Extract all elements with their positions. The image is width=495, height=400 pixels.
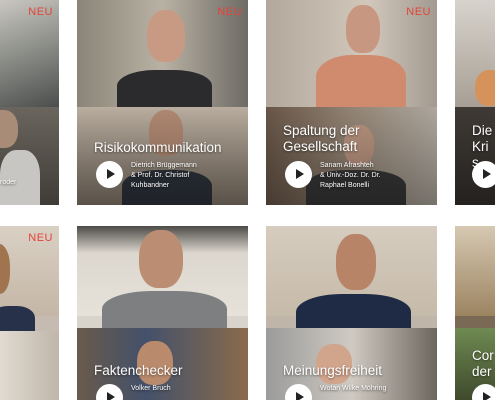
video-card[interactable]: Meinungsfreiheit Wotan Wilke Möhring bbox=[266, 226, 437, 400]
card-authors: Dietrich Brüggemann & Prof. Dr. Christof… bbox=[131, 161, 226, 191]
person-figure bbox=[316, 55, 406, 110]
author-name: Kuhbandner bbox=[131, 182, 170, 189]
video-thumbnail-bottom bbox=[0, 331, 59, 400]
person-figure bbox=[117, 70, 212, 110]
person-figure bbox=[139, 230, 183, 288]
author-name: Raphael Bonelli bbox=[320, 182, 370, 189]
person-figure bbox=[346, 5, 380, 53]
person-figure bbox=[475, 70, 495, 106]
video-card[interactable]: NEU röder bbox=[0, 0, 59, 205]
card-title: Faktenchecker bbox=[94, 363, 183, 378]
person-figure bbox=[147, 10, 185, 62]
new-badge: NEU bbox=[406, 6, 431, 18]
author-name: Volker Bruch bbox=[131, 385, 171, 392]
card-authors: Volker Bruch bbox=[131, 384, 226, 394]
author-name: röder bbox=[0, 179, 17, 186]
card-title: Meinungsfreiheit bbox=[283, 363, 383, 378]
new-badge: NEU bbox=[28, 6, 53, 18]
play-button[interactable] bbox=[96, 161, 123, 188]
play-button[interactable] bbox=[285, 161, 312, 188]
card-title: Spaltung der Gesellschaft bbox=[283, 123, 360, 154]
card-authors: Sanam Afrashteh & Univ.-Doz. Dr. Dr. Rap… bbox=[320, 161, 415, 191]
video-card[interactable]: NEU Risikokommunikation Dietrich Brüggem… bbox=[77, 0, 248, 205]
video-card[interactable]: Die Kris bbox=[455, 0, 495, 205]
video-card[interactable]: NEU Spaltung der Gesellschaft Sanam Afra… bbox=[266, 0, 437, 205]
video-card[interactable]: Cor der bbox=[455, 226, 495, 400]
video-card[interactable]: NEU bbox=[0, 226, 59, 400]
video-thumbnail-top bbox=[455, 226, 495, 317]
card-title: Cor der bbox=[472, 348, 494, 379]
author-name: & Prof. Dr. Christof bbox=[131, 172, 190, 179]
author-name: & Univ.-Doz. Dr. Dr. bbox=[320, 172, 381, 179]
author-name: Wotan Wilke Möhring bbox=[320, 385, 387, 392]
card-authors: Wotan Wilke Möhring bbox=[320, 384, 415, 394]
card-authors: röder bbox=[0, 178, 59, 188]
video-card[interactable]: Faktenchecker Volker Bruch bbox=[77, 226, 248, 400]
person-figure bbox=[336, 234, 376, 290]
new-badge: NEU bbox=[217, 6, 242, 18]
play-button[interactable] bbox=[472, 161, 495, 188]
author-name: Sanam Afrashteh bbox=[320, 162, 374, 169]
card-title: Risikokommunikation bbox=[94, 140, 222, 155]
new-badge: NEU bbox=[28, 232, 53, 244]
author-name: Dietrich Brüggemann bbox=[131, 162, 197, 169]
